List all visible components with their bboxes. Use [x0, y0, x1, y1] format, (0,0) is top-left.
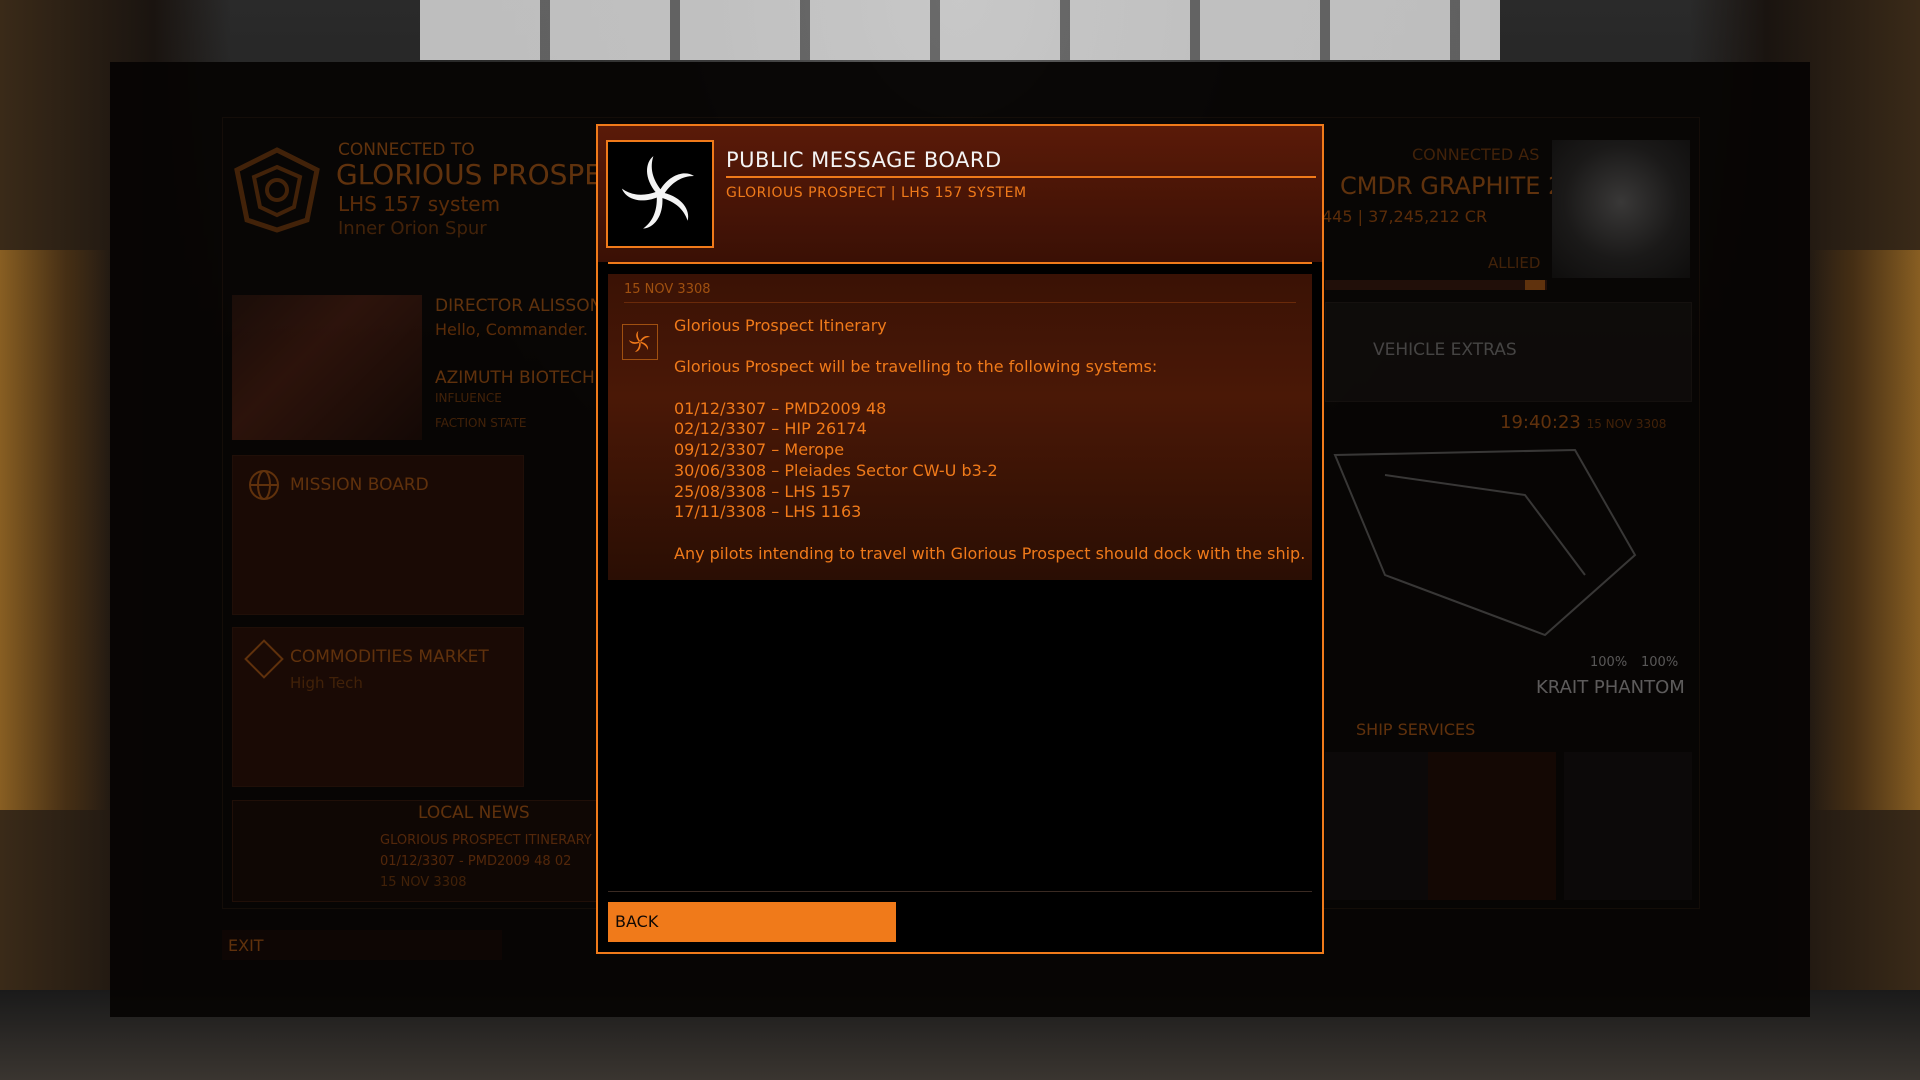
reputation-bar-fill — [1525, 280, 1545, 290]
exit-label: EXIT — [228, 936, 264, 955]
local-news-label: LOCAL NEWS — [418, 803, 530, 823]
message-date: 15 NOV 3308 — [624, 282, 711, 297]
fuel-readout: 100% — [1590, 655, 1628, 670]
dialog-header: PUBLIC MESSAGE BOARD GLORIOUS PROSPECT |… — [598, 126, 1322, 262]
ship-name: KRAIT PHANTOM — [1536, 677, 1685, 698]
itinerary-line: 30/06/3308 – Pleiades Sector CW-U b3-2 — [674, 460, 998, 480]
connected-as-label: CONNECTED AS — [1412, 145, 1540, 164]
itinerary-line: 09/12/3307 – Merope — [674, 440, 845, 460]
hangar-right-wall — [1810, 250, 1920, 810]
message-card: 15 NOV 3308 Glorious Prospect Itinerary … — [608, 274, 1312, 580]
vehicle-extras-label: VEHICLE EXTRAS — [1373, 340, 1517, 360]
reputation-bar — [1325, 280, 1547, 290]
mission-board-label: MISSION BOARD — [290, 475, 429, 495]
hangar-ceiling-lights — [420, 0, 1500, 60]
commander-avatar — [1552, 140, 1690, 278]
news-date: 15 NOV 3308 — [380, 875, 467, 890]
faction-influence-label: INFLUENCE — [435, 391, 502, 405]
reputation-label: ALLIED — [1488, 254, 1541, 272]
header-bottom-divider — [608, 262, 1312, 264]
commodities-subtitle: High Tech — [290, 674, 363, 692]
header-divider — [726, 176, 1316, 178]
station-name: GLORIOUS PROSPECT — [336, 158, 639, 191]
itinerary-line: 17/11/3308 – LHS 1163 — [674, 502, 862, 522]
station-region: Inner Orion Spur — [338, 218, 487, 239]
clock-date: 15 NOV 3308 — [1586, 417, 1667, 431]
hangar-left-wall — [0, 250, 110, 810]
station-system: LHS 157 system — [338, 192, 501, 216]
clock: 19:40:23 15 NOV 3308 — [1500, 412, 1666, 433]
itinerary-line: 01/12/3307 – PMD2009 48 — [674, 398, 887, 418]
message-date-divider — [624, 302, 1296, 303]
ship-silhouette-icon — [1333, 448, 1637, 637]
back-button[interactable]: BACK — [608, 902, 896, 942]
fleet-carrier-logo — [606, 140, 714, 248]
commodities-market-label: COMMODITIES MARKET — [290, 647, 489, 667]
commander-stats: 445 | 37,245,212 CR — [1322, 207, 1488, 226]
director-name: DIRECTOR ALISSON — [435, 296, 603, 316]
service-tile-repair[interactable] — [1428, 752, 1556, 900]
spiral-emblem-small-icon — [628, 330, 650, 352]
message-author-icon — [622, 324, 658, 360]
itinerary-line: 25/08/3308 – LHS 157 — [674, 481, 852, 501]
message-line: Glorious Prospect will be travelling to … — [674, 357, 1158, 377]
service-tile-shipyard[interactable] — [1564, 752, 1692, 900]
dialog-subtitle: GLORIOUS PROSPECT | LHS 157 SYSTEM — [726, 185, 1027, 201]
public-message-board-dialog: PUBLIC MESSAGE BOARD GLORIOUS PROSPECT |… — [596, 124, 1324, 954]
faction-name: AZIMUTH BIOTECH — [435, 368, 595, 388]
commander-name: CMDR GRAPHITE 2 — [1340, 172, 1564, 200]
message-body: Glorious Prospect Itinerary Glorious Pro… — [674, 316, 1306, 564]
connected-to-label: CONNECTED TO — [338, 140, 475, 160]
itinerary-line: 02/12/3307 – HIP 26174 — [674, 419, 867, 439]
news-snippet: 01/12/3307 - PMD2009 48 02 — [380, 854, 572, 869]
director-greeting: Hello, Commander. — [435, 320, 588, 339]
dialog-title: PUBLIC MESSAGE BOARD — [726, 148, 1002, 172]
message-line: Glorious Prospect Itinerary — [674, 316, 887, 335]
message-line: Any pilots intending to travel with Glor… — [674, 543, 1306, 563]
footer-divider — [608, 891, 1312, 892]
station-faction-icon — [234, 147, 320, 233]
news-headline: GLORIOUS PROSPECT ITINERARY — [380, 833, 592, 848]
faction-state-label: FACTION STATE — [435, 416, 527, 430]
globe-icon — [249, 470, 279, 500]
spiral-emblem-icon — [621, 156, 694, 229]
exit-button[interactable] — [222, 930, 502, 960]
ship-services-label: SHIP SERVICES — [1356, 720, 1476, 739]
director-portrait — [232, 295, 422, 440]
clock-time: 19:40:23 — [1500, 412, 1581, 433]
hull-readout: 100% — [1641, 655, 1679, 670]
